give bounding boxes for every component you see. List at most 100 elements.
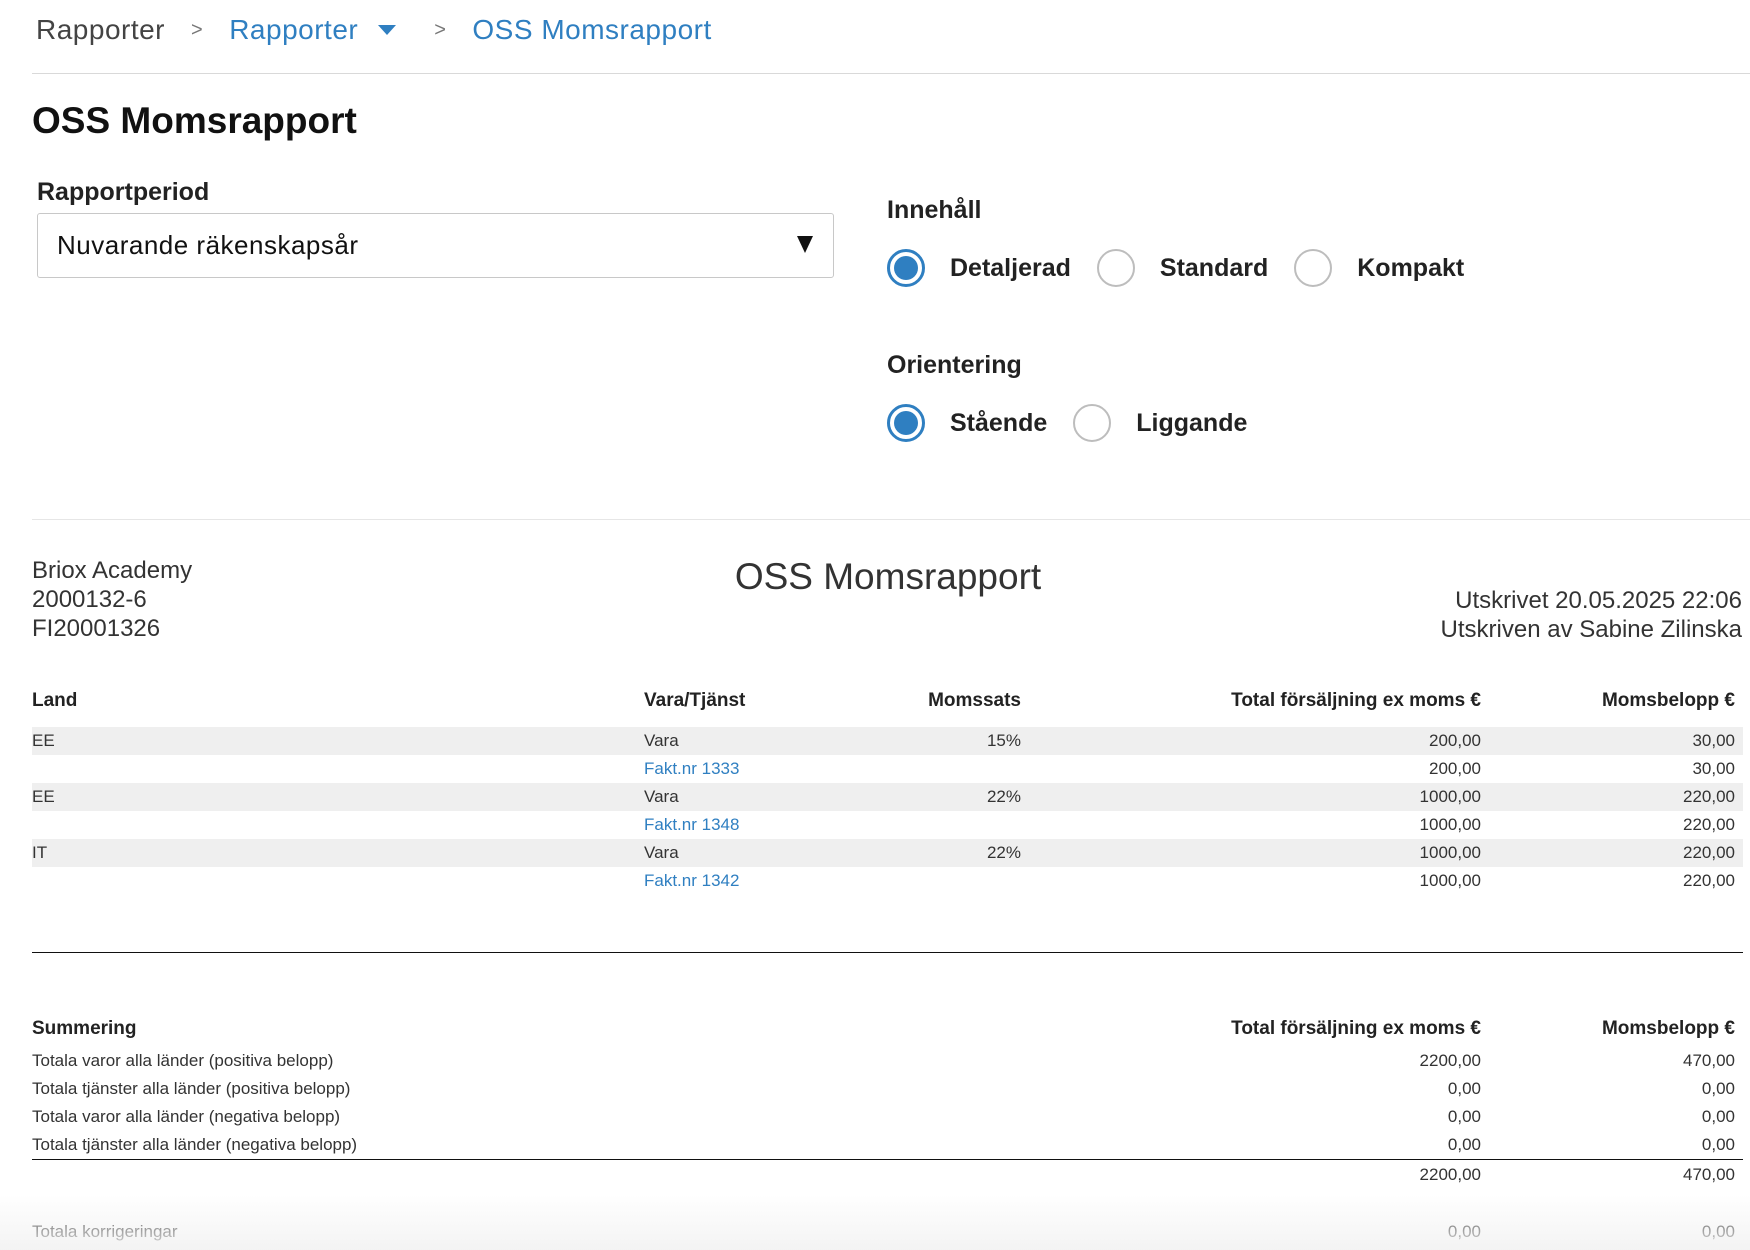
summary-header-label: Summering [32, 1018, 137, 1039]
summary-total: 0,00 [1447, 1079, 1481, 1098]
content-radio-detaljerad[interactable]: Detaljerad [887, 249, 1071, 287]
table-row: EE Vara 22% 1000,00 220,00 [32, 783, 1743, 811]
header-divider [32, 73, 1750, 74]
cell-momssats: 22% [986, 843, 1021, 862]
printed-at: Utskrivet 20.05.2025 22:06 [1455, 587, 1742, 614]
cell-belopp: 30,00 [1692, 759, 1735, 778]
column-header-vara: Vara/Tjänst [644, 690, 746, 711]
section-divider [32, 519, 1750, 520]
summary-belopp: 0,00 [1701, 1079, 1735, 1098]
content-radio-standard[interactable]: Standard [1096, 249, 1269, 287]
table-row: IT Vara 22% 1000,00 220,00 [32, 839, 1743, 867]
summary-row: Totala varor alla länder (negativa belop… [32, 1103, 1743, 1131]
period-select-value: Nuvarande räkenskapsår [57, 230, 359, 260]
corrections-label: Totala korrigeringar [32, 1222, 178, 1241]
breadcrumb-section-dropdown[interactable]: Rapporter [229, 14, 397, 46]
corrections-belopp: 0,00 [1701, 1222, 1735, 1241]
breadcrumb-separator: > [191, 18, 204, 41]
cell-belopp: 220,00 [1683, 871, 1735, 890]
cell-belopp: 220,00 [1683, 843, 1735, 862]
cell-total: 1000,00 [1419, 787, 1481, 806]
invoice-link[interactable]: Fakt.nr 1333 [644, 755, 739, 783]
summary-header-total: Total försäljning ex moms € [1231, 1018, 1481, 1039]
summary-label: Totala tjänster alla länder (negativa be… [32, 1135, 358, 1154]
dropdown-arrow-icon [797, 236, 813, 253]
table-row: Fakt.nr 1348 1000,00 220,00 [32, 811, 1743, 839]
table-header-row: Land Vara/Tjänst Momssats Total försäljn… [32, 687, 1743, 715]
orientation-radio-label: Liggande [1136, 408, 1248, 437]
summary-total: 2200,00 [1419, 1051, 1481, 1070]
radio-unchecked-icon [1294, 249, 1333, 287]
cell-belopp: 220,00 [1683, 815, 1735, 834]
cell-land: IT [32, 843, 48, 862]
summary-belopp: 0,00 [1701, 1107, 1735, 1126]
page-title: OSS Momsrapport [32, 100, 357, 141]
summary-row: Totala tjänster alla länder (positiva be… [32, 1075, 1743, 1103]
orientation-radio-liggande[interactable]: Liggande [1073, 404, 1247, 442]
column-header-land: Land [32, 690, 78, 711]
column-header-momssats: Momssats [928, 690, 1021, 711]
cell-vara: Vara [644, 731, 679, 750]
summary-row: Totala tjänster alla länder (negativa be… [32, 1131, 1743, 1159]
summary-label: Totala tjänster alla länder (positiva be… [32, 1079, 351, 1098]
orientation-label: Orientering [887, 351, 1022, 379]
content-label: Innehåll [887, 196, 982, 224]
content-radio-kompakt[interactable]: Kompakt [1294, 249, 1464, 287]
period-label: Rapportperiod [37, 178, 210, 206]
breadcrumb-separator: > [434, 18, 447, 41]
summary-sum-row: 2200,00 470,00 [32, 1161, 1743, 1189]
summary-header-row: Summering Total försäljning ex moms € Mo… [32, 1015, 1743, 1043]
corrections-total: 0,00 [1447, 1222, 1481, 1241]
table-row: Fakt.nr 1342 1000,00 220,00 [32, 867, 1743, 895]
summary-row: Totala varor alla länder (positiva belop… [32, 1047, 1743, 1075]
summary-sum-total: 2200,00 [1419, 1165, 1481, 1184]
table-row: EE Vara 15% 200,00 30,00 [32, 727, 1743, 755]
corrections-row: Totala korrigeringar 0,00 0,00 [32, 1218, 1743, 1246]
period-select[interactable]: Nuvarande räkenskapsår [37, 213, 834, 278]
radio-checked-icon [887, 249, 925, 287]
column-header-belopp: Momsbelopp € [1601, 690, 1735, 711]
cell-vara: Vara [644, 787, 679, 806]
radio-unchecked-icon [1073, 404, 1112, 442]
cell-total: 200,00 [1429, 731, 1481, 750]
cell-belopp: 220,00 [1683, 787, 1735, 806]
vat-number: FI20001326 [32, 615, 161, 642]
summary-sum-belopp: 470,00 [1683, 1165, 1735, 1184]
breadcrumb: Rapporter > Rapporter > OSS Momsrapport [36, 10, 712, 50]
print-info: Utskrivet 20.05.2025 22:06 Utskriven av … [1441, 586, 1742, 644]
cell-momssats: 22% [986, 787, 1021, 806]
summary-label: Totala varor alla länder (positiva belop… [32, 1051, 334, 1070]
content-radio-label: Detaljerad [950, 253, 1071, 282]
invoice-link[interactable]: Fakt.nr 1348 [644, 811, 739, 839]
cell-total: 1000,00 [1419, 871, 1481, 890]
table-divider [32, 952, 1743, 953]
content-radio-group: Detaljerad Standard Kompakt [887, 248, 1490, 288]
cell-vara: Vara [644, 843, 679, 862]
cell-momssats: 15% [986, 731, 1021, 750]
printed-by: Utskriven av Sabine Zilinska [1440, 616, 1742, 643]
column-header-total: Total försäljning ex moms € [1231, 690, 1481, 711]
table-row: Fakt.nr 1333 200,00 30,00 [32, 755, 1743, 783]
orientation-radio-staende[interactable]: Stående [887, 404, 1047, 442]
summary-label: Totala varor alla länder (negativa belop… [32, 1107, 341, 1126]
summary-header-belopp: Momsbelopp € [1601, 1018, 1735, 1039]
caret-down-icon [378, 25, 397, 35]
summary-belopp: 0,00 [1701, 1135, 1735, 1154]
orientation-radio-group: Stående Liggande [887, 403, 1273, 443]
cell-land: EE [32, 787, 55, 806]
cell-total: 1000,00 [1419, 843, 1481, 862]
content-radio-label: Standard [1159, 253, 1269, 282]
breadcrumb-current[interactable]: OSS Momsrapport [472, 14, 711, 46]
cell-total: 1000,00 [1419, 815, 1481, 834]
radio-unchecked-icon [1096, 249, 1135, 287]
orientation-radio-label: Stående [950, 408, 1048, 437]
invoice-link[interactable]: Fakt.nr 1342 [644, 867, 739, 895]
summary-belopp: 470,00 [1683, 1051, 1735, 1070]
cell-land: EE [32, 731, 55, 750]
summary-divider [32, 1159, 1743, 1160]
breadcrumb-section-label: Rapporter [229, 14, 359, 45]
summary-total: 0,00 [1447, 1107, 1481, 1126]
radio-checked-icon [887, 404, 925, 442]
breadcrumb-root[interactable]: Rapporter [36, 14, 165, 46]
content-radio-label: Kompakt [1357, 253, 1465, 282]
